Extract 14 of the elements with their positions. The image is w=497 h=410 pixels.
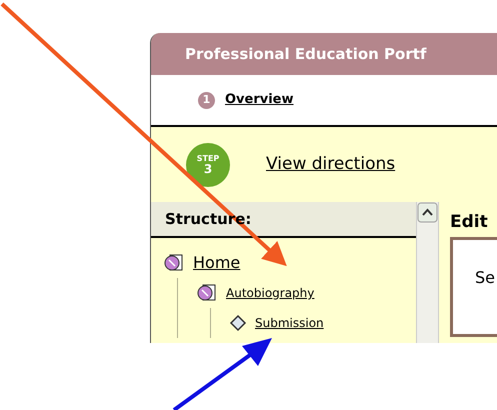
window-title: Professional Education Portf [151, 33, 497, 75]
tree-item-link[interactable]: Autobiography [226, 284, 314, 302]
step-label: STEP [196, 154, 220, 162]
scroll-up-icon[interactable] [417, 202, 438, 223]
view-directions-link[interactable]: View directions [266, 152, 396, 178]
diamond-icon [229, 314, 247, 332]
edit-title: Edit [450, 214, 489, 231]
step-number: 3 [204, 162, 212, 174]
scrollbar[interactable] [416, 202, 439, 343]
step-number: 1 [198, 92, 215, 108]
edit-text: Se [475, 268, 495, 287]
tree-item-link[interactable]: Home [193, 251, 240, 275]
overview-link[interactable]: Overview [225, 90, 294, 110]
tree-item-link[interactable]: Submission [255, 314, 324, 332]
